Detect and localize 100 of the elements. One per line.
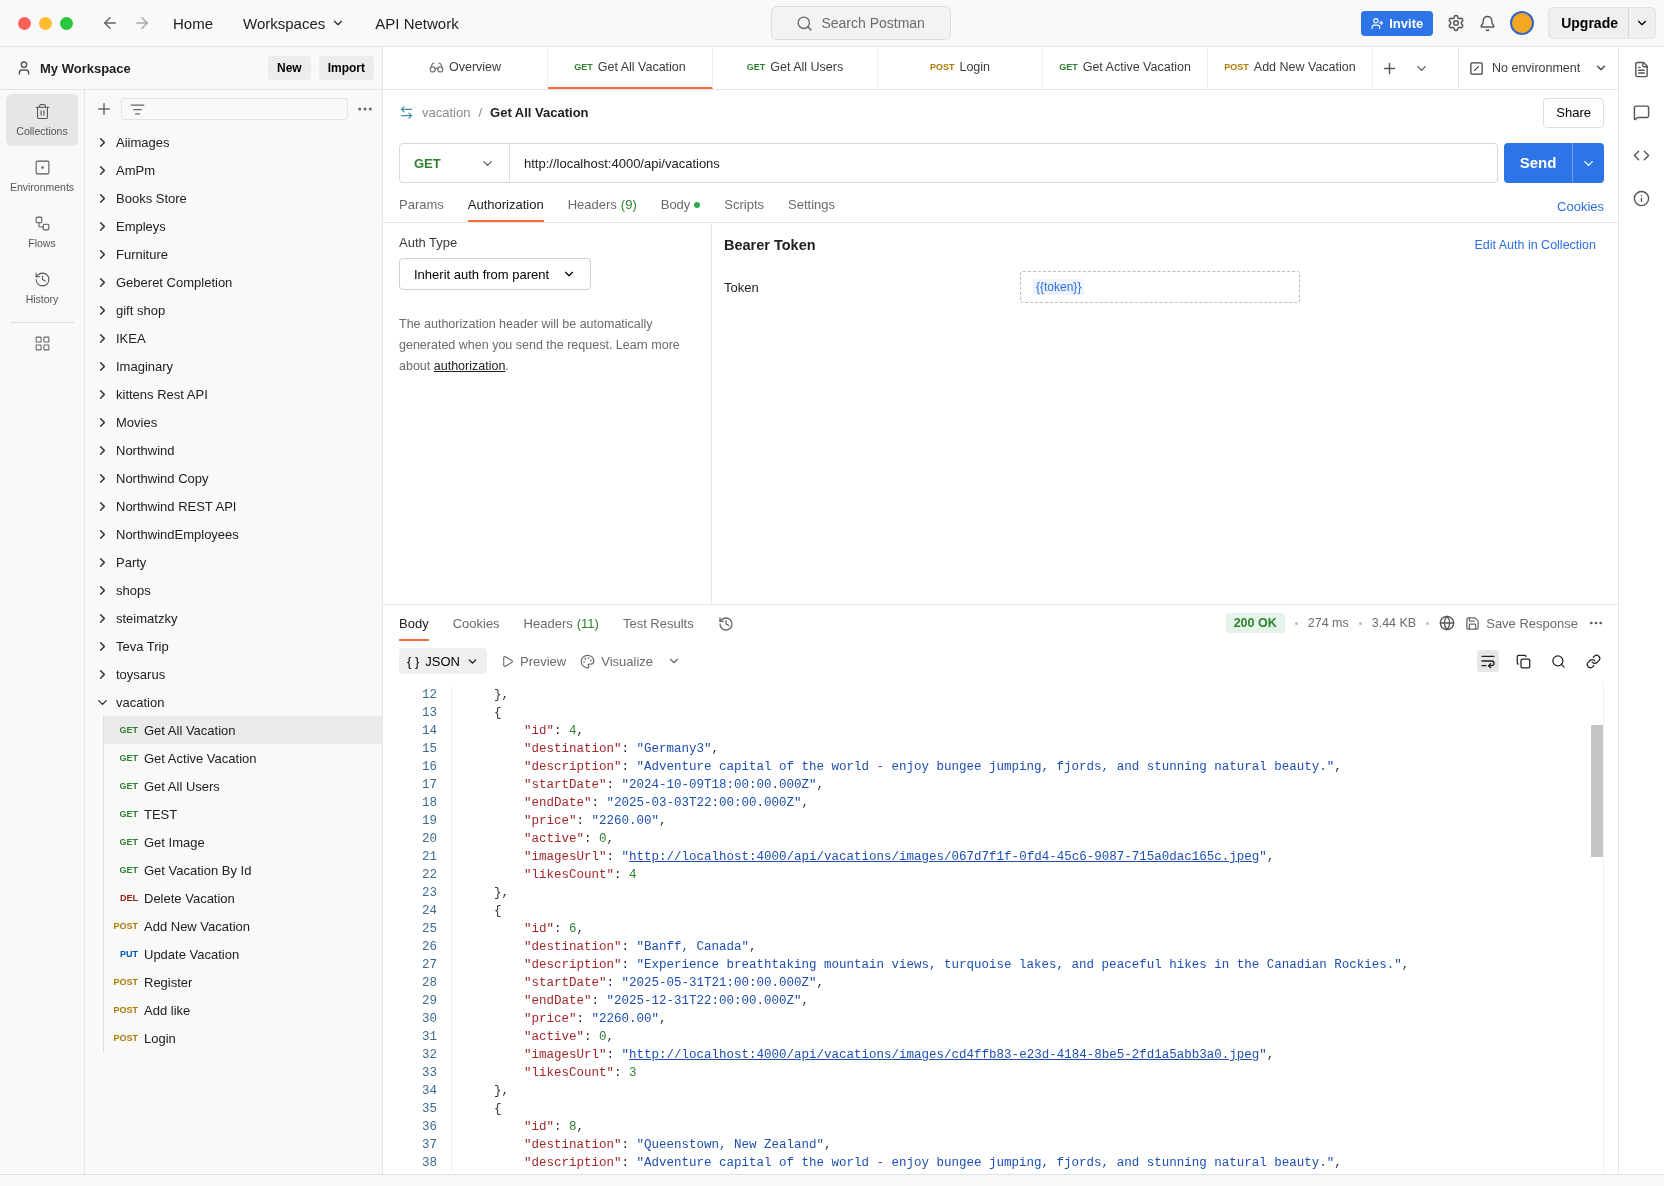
upgrade-button[interactable]: Upgrade	[1548, 7, 1656, 39]
request-item[interactable]: GET TEST	[104, 800, 382, 828]
line-number: 22	[421, 868, 437, 882]
collection-item[interactable]: Aiimages	[85, 128, 382, 156]
auth-type-select[interactable]: Inherit auth from parent	[399, 258, 591, 290]
sidebar-nav-item[interactable]: Flows	[6, 206, 78, 258]
response-tab[interactable]: Body	[399, 616, 429, 641]
document-icon[interactable]	[1633, 61, 1650, 78]
request-section-tab[interactable]: Body	[660, 197, 701, 222]
collection-item[interactable]: shops	[85, 576, 382, 604]
request-section-tab[interactable]: Scripts	[724, 197, 765, 222]
search-field[interactable]: Search Postman	[770, 6, 951, 40]
line-number: 24	[421, 904, 437, 918]
avatar[interactable]	[1510, 11, 1535, 35]
settings-icon[interactable]	[1447, 14, 1466, 32]
request-item[interactable]: DEL Delete Vacation	[104, 884, 382, 912]
collection-item[interactable]: Teva Trip	[85, 632, 382, 660]
visualize-button[interactable]: Visualize	[580, 653, 653, 669]
request-section-tab[interactable]: Params	[399, 197, 444, 222]
collection-item[interactable]: AmPm	[85, 156, 382, 184]
comment-icon[interactable]	[1633, 104, 1650, 121]
collection-item[interactable]: IKEA	[85, 324, 382, 352]
response-tab[interactable]: Headers (11)	[523, 616, 599, 641]
line-number: 37	[421, 1138, 437, 1152]
request-item[interactable]: POST Login	[104, 1024, 382, 1052]
request-section-tab[interactable]: Settings	[788, 197, 836, 222]
sidebar-nav-item[interactable]: Environments	[6, 150, 78, 202]
wrap-icon[interactable]	[1477, 650, 1499, 672]
method-label: POST	[1224, 62, 1249, 72]
collection-item[interactable]: toysarus	[85, 660, 382, 688]
request-item[interactable]: GET Get All Users	[104, 772, 382, 800]
user-icon	[16, 60, 32, 76]
method-label: DEL	[119, 893, 138, 903]
request-section-tab[interactable]: Headers (9)	[567, 197, 637, 222]
request-section-tab[interactable]: Authorization	[467, 197, 544, 222]
request-item[interactable]: GET Get Image	[104, 828, 382, 856]
collection-item[interactable]: Northwind REST API	[85, 492, 382, 520]
collection-item[interactable]: Geberet Completion	[85, 268, 382, 296]
cookies-link[interactable]: Cookies	[1557, 199, 1604, 222]
share-button[interactable]: Share	[1543, 97, 1604, 128]
preview-button[interactable]: Preview	[500, 653, 567, 669]
back-icon[interactable]	[101, 14, 119, 32]
edit-auth-link[interactable]: Edit Auth in Collection	[1474, 238, 1596, 252]
collection-item[interactable]: Northwind	[85, 436, 382, 464]
request-item[interactable]: GET Get All Vacation	[104, 716, 382, 744]
response-tab[interactable]: Test Results	[622, 616, 694, 641]
workspace-button[interactable]: Import	[318, 56, 374, 80]
nav-link[interactable]: Workspaces	[235, 10, 354, 36]
breadcrumb-parent[interactable]: vacation	[422, 105, 471, 120]
close-icon[interactable]	[18, 16, 31, 30]
collection-item[interactable]: Furniture	[85, 240, 382, 268]
send-button[interactable]: Send	[1504, 143, 1604, 183]
collection-item[interactable]: gift shop	[85, 296, 382, 324]
sidebar-nav-item[interactable]: Collections	[6, 94, 78, 146]
collection-item[interactable]: kittens Rest API	[85, 380, 382, 408]
collection-item[interactable]: Movies	[85, 408, 382, 436]
no-environment-icon	[1469, 60, 1484, 76]
sidebar-nav-item[interactable]: History	[6, 262, 78, 314]
code-line: "id": 6,	[523, 922, 585, 936]
format-select[interactable]: { } JSON	[399, 648, 487, 674]
request-item[interactable]: GET Get Vacation By Id	[104, 856, 382, 884]
history-icon[interactable]	[717, 616, 734, 632]
code-line: },	[493, 688, 509, 702]
request-item[interactable]: POST Register	[104, 968, 382, 996]
collection-item[interactable]: NorthwindEmployees	[85, 520, 382, 548]
url-link[interactable]: http://localhost:4000/api/vacations/images/cd4ffb83-e23d-4184-8be5-2fd1a5abb3a0.jpeg	[629, 1048, 1260, 1062]
request-item[interactable]: POST Add New Vacation	[104, 912, 382, 940]
collection-item[interactable]: Party	[85, 548, 382, 576]
request-item[interactable]: PUT Update Vacation	[104, 940, 382, 968]
request-item[interactable]: POST Add like	[104, 996, 382, 1024]
grid-icon[interactable]	[33, 335, 51, 352]
collection-item[interactable]: Northwind Copy	[85, 464, 382, 492]
plus-icon[interactable]	[95, 100, 113, 118]
url-link[interactable]: http://localhost:4000/api/vacations/images/067d7f1f-0fd4-45c6-9087-715a0dac165c.jpeg	[629, 850, 1260, 864]
token-field[interactable]: {{token}}	[1020, 271, 1300, 303]
collection-item[interactable]: vacation	[85, 688, 382, 716]
save-response-button[interactable]: Save Response	[1465, 615, 1578, 631]
nav-link[interactable]: Home	[165, 10, 221, 36]
request-item[interactable]: GET Get Active Vacation	[104, 744, 382, 772]
bell-icon[interactable]	[1479, 14, 1497, 32]
collection-item[interactable]: Imaginary	[85, 352, 382, 380]
info-icon[interactable]	[1633, 190, 1650, 207]
collection-item[interactable]: steimatzky	[85, 604, 382, 632]
code-line: "imagesUrl": "http://localhost:4000/api/vacations/images/cd4ffb83-e23d-4184-8be5-2fd1a5abb3a0.jpeg",	[523, 1048, 1275, 1062]
code-line: "likesCount": 3	[523, 1066, 637, 1080]
workspace-button[interactable]: New	[267, 56, 311, 80]
scrollbar-thumb[interactable]	[1591, 725, 1603, 857]
globe-icon[interactable]	[1439, 615, 1456, 631]
breadcrumb-separator: /	[478, 105, 483, 120]
collection-item[interactable]: Empleys	[85, 212, 382, 240]
method-label: GET	[118, 753, 138, 763]
filter-field[interactable]	[121, 98, 348, 120]
nav-link[interactable]: API Network	[367, 10, 467, 36]
collection-item[interactable]: Books Store	[85, 184, 382, 212]
line-number: 15	[421, 742, 437, 756]
code-line: {	[493, 1102, 502, 1116]
request-tab[interactable]: GET Get All Vacation	[548, 47, 713, 89]
code-line: "endDate": "2025-03-03T22:00:00.000Z",	[523, 796, 810, 810]
invite-button[interactable]: Invite	[1361, 10, 1434, 36]
response-tab[interactable]: Cookies	[452, 616, 500, 641]
